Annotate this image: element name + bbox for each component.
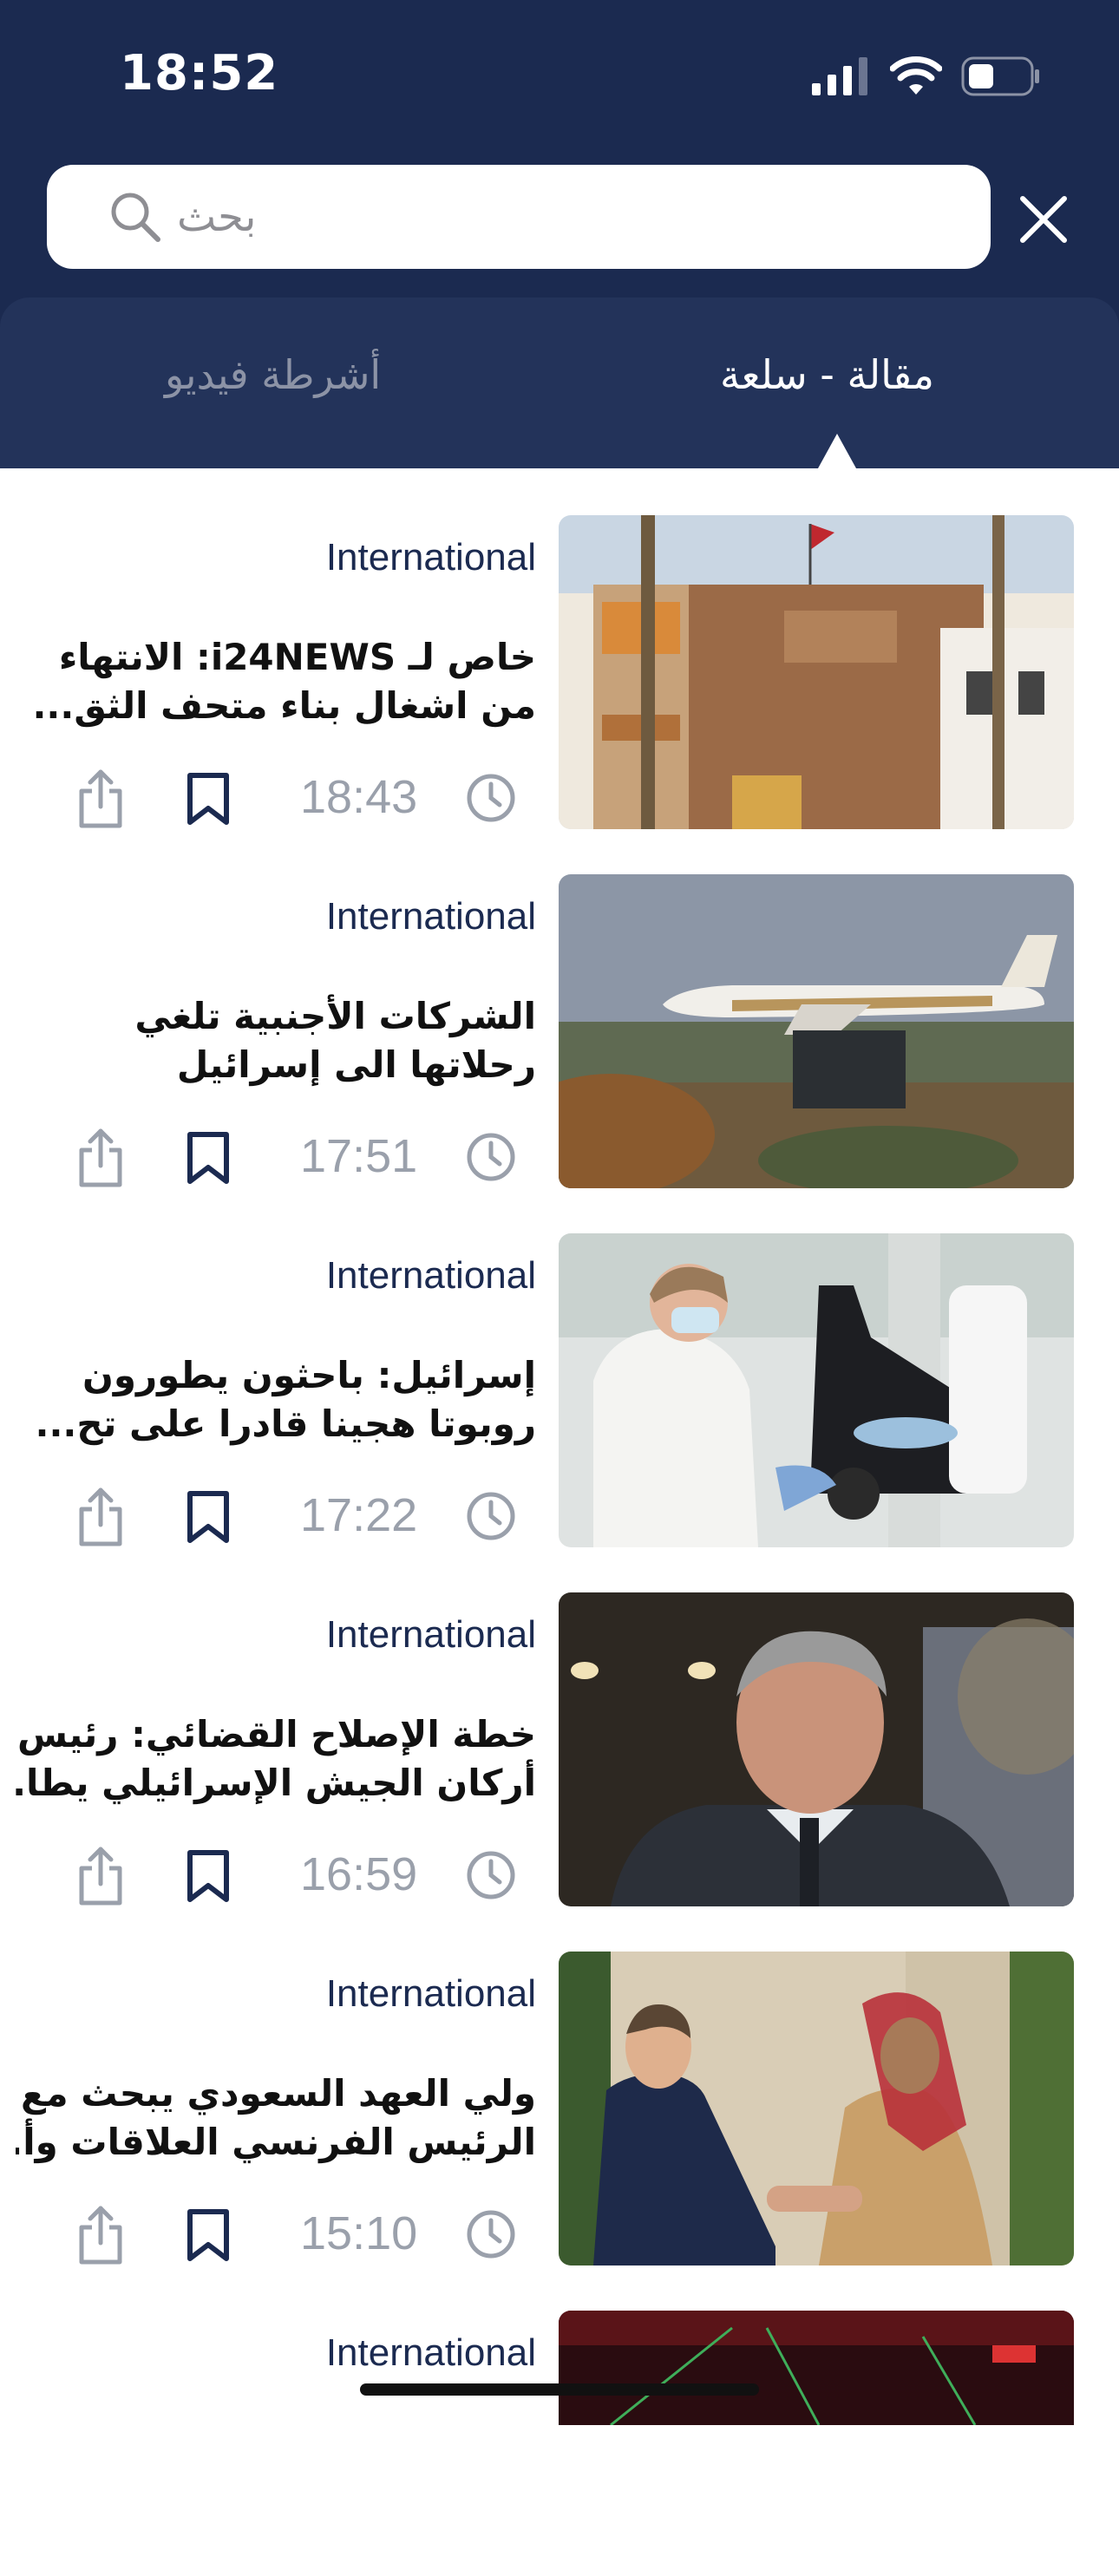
article-time: 18:43	[300, 771, 418, 823]
wifi-icon	[890, 56, 942, 95]
article-title-line2: أركان الجيش الإسرائيلي يطا...	[16, 1762, 536, 1804]
status-time: 18:52	[120, 45, 279, 101]
top-header: 18:52 مقالة - سلعة	[0, 0, 1119, 468]
article-category: International	[325, 2331, 536, 2374]
bookmark-icon[interactable]	[186, 1849, 231, 1903]
clock-icon	[467, 774, 515, 822]
article-meta: 16:59	[0, 1846, 538, 1906]
article-title-line1: خطة الإصلاح القضائي: رئيس	[16, 1713, 536, 1755]
share-icon[interactable]	[75, 768, 127, 829]
bookmark-icon[interactable]	[186, 772, 231, 826]
article-category: International	[325, 895, 536, 938]
article-meta: 15:10	[0, 2205, 538, 2265]
battery-icon	[961, 56, 1039, 96]
bookmark-icon[interactable]	[186, 1490, 231, 1544]
article-item[interactable]: International الشركات الأجنبية تلغي رحلا…	[0, 827, 1119, 1188]
article-thumbnail[interactable]	[559, 874, 1074, 1188]
article-title-line1: خاص لـ i24NEWS: الانتهاء	[58, 636, 536, 678]
clock-icon	[467, 1851, 515, 1899]
bookmark-icon[interactable]	[186, 2208, 231, 2262]
active-tab-indicator	[818, 434, 856, 468]
article-meta: 17:22	[0, 1487, 538, 1547]
article-time: 17:22	[300, 1489, 418, 1541]
article-time: 15:10	[300, 2207, 418, 2259]
article-title[interactable]: خاص لـ i24NEWS: الانتهاء من اشغال بناء م…	[16, 633, 536, 730]
signal-icon	[812, 57, 867, 95]
article-thumbnail[interactable]	[559, 1592, 1074, 1906]
article-meta: 17:51	[0, 1128, 538, 1188]
clock-icon	[467, 1492, 515, 1540]
article-title-line1: إسرائيل: باحثون يطورون	[82, 1354, 536, 1396]
close-icon	[1020, 196, 1067, 243]
article-title[interactable]: ولي العهد السعودي يبحث مع الرئيس الفرنسي…	[16, 2069, 536, 2167]
article-time: 17:51	[300, 1130, 418, 1182]
bookmark-icon[interactable]	[186, 1131, 231, 1185]
article-category: International	[325, 1972, 536, 2015]
tab-videos[interactable]: أشرطة فيديو	[165, 351, 381, 398]
article-category: International	[325, 536, 536, 579]
article-thumbnail[interactable]	[559, 515, 1074, 829]
close-search-button[interactable]	[1013, 189, 1074, 250]
article-time: 16:59	[300, 1848, 418, 1900]
article-title[interactable]: الشركات الأجنبية تلغي رحلاتها الى إسرائي…	[16, 992, 536, 1089]
article-title[interactable]: خطة الإصلاح القضائي: رئيس أركان الجيش ال…	[16, 1710, 536, 1808]
article-title-line1: الشركات الأجنبية تلغي	[134, 995, 536, 1037]
article-item[interactable]: International خاص لـ i24NEWS: الانتهاء م…	[0, 468, 1119, 829]
article-thumbnail[interactable]	[559, 2311, 1074, 2425]
article-item[interactable]: International ولي العهد السعودي يبحث مع …	[0, 1905, 1119, 2265]
article-category: International	[325, 1254, 536, 1297]
share-icon[interactable]	[75, 1846, 127, 1906]
article-title-line2: الرئيس الفرنسي العلاقات وأ...	[16, 2121, 536, 2163]
article-thumbnail[interactable]	[559, 1233, 1074, 1547]
share-icon[interactable]	[75, 2205, 127, 2265]
article-category: International	[325, 1613, 536, 1656]
article-title-line2: رحلاتها الى إسرائيل	[176, 1043, 536, 1086]
article-item[interactable]: International	[0, 2264, 1119, 2576]
article-meta: 18:43	[0, 768, 538, 829]
article-title-line1: ولي العهد السعودي يبحث مع	[20, 2072, 536, 2115]
article-title-line2: روبوتا هجينا قادرا على تح...	[35, 1402, 537, 1445]
clock-icon	[467, 2210, 515, 2259]
article-thumbnail[interactable]	[559, 1952, 1074, 2265]
search-input[interactable]	[47, 165, 991, 269]
article-item[interactable]: International خطة الإصلاح القضائي: رئيس …	[0, 1546, 1119, 1906]
share-icon[interactable]	[75, 1487, 127, 1547]
clock-icon	[467, 1133, 515, 1181]
article-title[interactable]: إسرائيل: باحثون يطورون روبوتا هجينا قادر…	[16, 1351, 537, 1448]
search-box	[47, 165, 991, 269]
share-icon[interactable]	[75, 1128, 127, 1188]
article-title-line2: من اشغال بناء متحف الثق...	[32, 684, 536, 727]
tab-articles[interactable]: مقالة - سلعة	[720, 351, 934, 398]
home-indicator[interactable]	[360, 2383, 759, 2396]
article-item[interactable]: International إسرائيل: باحثون يطورون روب…	[0, 1187, 1119, 1547]
status-icons	[812, 52, 1041, 101]
tab-bar: مقالة - سلعة أشرطة فيديو	[0, 297, 1119, 468]
